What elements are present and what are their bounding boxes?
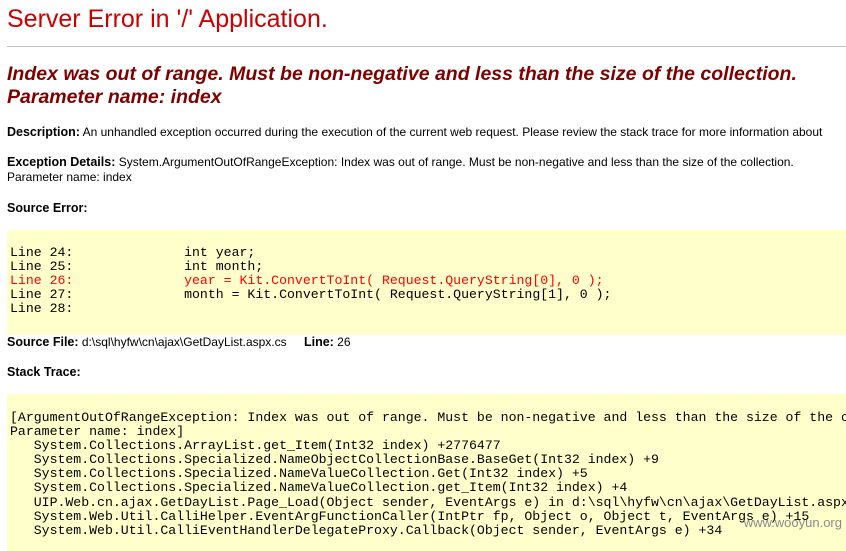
stack-trace-line: Parameter name: index] bbox=[10, 424, 185, 440]
stack-trace-heading: Stack Trace: bbox=[7, 365, 81, 380]
stack-trace-line: System.Web.Util.CalliEventHandlerDelegat… bbox=[10, 522, 723, 538]
page-title: Server Error in '/' Application. bbox=[7, 5, 328, 33]
stack-trace-line: [ArgumentOutOfRangeException: Index was … bbox=[10, 410, 846, 425]
stack-trace-line: System.Collections.Specialized.NameObjec… bbox=[10, 452, 659, 468]
line-code: int month; bbox=[184, 259, 264, 275]
source-file-section: Source File: d:\sql\hyfw\cn\ajax\GetDayL… bbox=[7, 335, 351, 350]
line-number: Line 25: bbox=[10, 259, 74, 275]
source-file-label: Source File: bbox=[7, 335, 79, 349]
source-line: Line 27: month = Kit.ConvertToInt( Reque… bbox=[7, 288, 846, 302]
exception-details-text: System.ArgumentOutOfRangeException: Inde… bbox=[115, 155, 794, 169]
error-message-line: Index was out of range. Must be non-nega… bbox=[7, 63, 797, 85]
line-number: Line 27: bbox=[10, 287, 74, 303]
exception-details-section: Exception Details: System.ArgumentOutOfR… bbox=[7, 155, 794, 185]
line-code: int year; bbox=[184, 245, 256, 260]
source-line: Line 25: int month; bbox=[7, 260, 846, 274]
stack-trace-line: System.Collections.Specialized.NameValue… bbox=[10, 480, 628, 496]
source-line-label: Line: bbox=[303, 335, 334, 349]
line-number: Line 24: bbox=[10, 245, 74, 260]
source-line-error: Line 26: year = Kit.ConvertToInt( Reques… bbox=[7, 274, 846, 288]
source-error-label: Source Error: bbox=[7, 201, 88, 215]
stack-trace-code-box: [ArgumentOutOfRangeException: Index was … bbox=[7, 394, 846, 551]
source-file-path: d:\sql\hyfw\cn\ajax\GetDayList.aspx.cs bbox=[78, 335, 287, 349]
stack-trace-line: System.Collections.Specialized.NameValue… bbox=[10, 466, 588, 482]
line-code: year = Kit.ConvertToInt( Request.QuerySt… bbox=[184, 273, 604, 289]
stack-trace-line: System.Web.Util.CalliHelper.EventArgFunc… bbox=[10, 508, 810, 524]
description-text: An unhandled exception occurred during t… bbox=[79, 125, 823, 139]
line-number: Line 28: bbox=[10, 301, 74, 317]
stack-trace-line: UIP.Web.cn.ajax.GetDayList.Page_Load(Obj… bbox=[10, 494, 846, 510]
horizontal-divider bbox=[7, 46, 846, 47]
description-label: Description: bbox=[7, 125, 80, 139]
exception-details-label: Exception Details: bbox=[7, 155, 116, 169]
exception-details-text: Parameter name: index bbox=[7, 170, 132, 184]
source-line-value: 26 bbox=[333, 335, 351, 349]
stack-trace-label: Stack Trace: bbox=[7, 365, 81, 379]
description-section: Description: An unhandled exception occu… bbox=[7, 125, 822, 140]
source-error-heading: Source Error: bbox=[7, 201, 88, 216]
source-line: Line 24: int year; bbox=[7, 245, 846, 260]
stack-trace-line: System.Collections.ArrayList.get_Item(In… bbox=[10, 438, 501, 454]
error-message-line: Parameter name: index bbox=[7, 86, 222, 108]
source-line: Line 28: bbox=[7, 302, 846, 316]
source-error-code-box: Line 24: int year; Line 25: int month; Lin… bbox=[7, 230, 846, 335]
watermark: www.wooyun.org bbox=[743, 515, 842, 530]
error-message: Index was out of range. Must be non-nega… bbox=[7, 63, 797, 109]
line-code: month = Kit.ConvertToInt( Request.QueryS… bbox=[184, 287, 612, 303]
line-number: Line 26: bbox=[10, 273, 74, 289]
